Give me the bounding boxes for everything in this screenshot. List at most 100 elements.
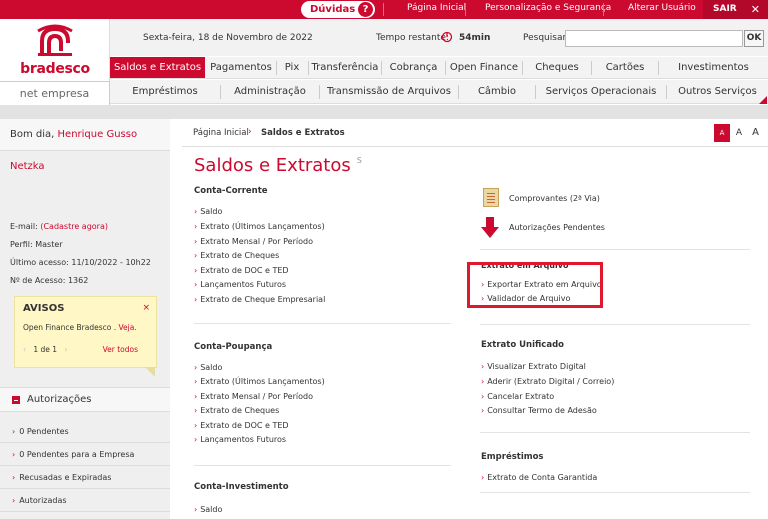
link-cp-lancamentos-futuros[interactable]: › Lançamentos Futuros bbox=[194, 435, 286, 444]
section-title-conta-investimento: Conta-Investimento bbox=[194, 482, 289, 492]
link-label: Extrato Mensal / Por Período bbox=[200, 392, 313, 401]
link-cc-saldo[interactable]: › Saldo bbox=[194, 207, 222, 216]
divider bbox=[383, 3, 384, 16]
greeting: Bom dia, Henrique Gusso Netzka bbox=[0, 119, 170, 172]
link-visualizar-extrato-digital[interactable]: › Visualizar Extrato Digital bbox=[481, 362, 586, 371]
nav-servicos-operacionais[interactable]: Serviços Operacionais bbox=[536, 80, 666, 103]
close-icon: ✕ bbox=[750, 3, 760, 16]
link-label: Lançamentos Futuros bbox=[200, 435, 287, 444]
sair-button[interactable]: SAIR ✕ bbox=[703, 0, 768, 19]
autorizacao-autorizadas[interactable]: › Autorizadas bbox=[0, 489, 170, 512]
link-personalizacao-seguranca[interactable]: Personalização e Segurança bbox=[485, 3, 611, 13]
link-label: Lançamentos Futuros bbox=[200, 280, 287, 289]
search-input[interactable] bbox=[565, 30, 743, 47]
nav-cobranca[interactable]: Cobrança bbox=[382, 57, 445, 78]
link-label: Extrato de Cheque Empresarial bbox=[200, 295, 326, 304]
font-size-medium-button[interactable]: A bbox=[733, 124, 745, 142]
link-label: Saldo bbox=[200, 207, 223, 216]
nav-cartoes[interactable]: Cartões bbox=[592, 57, 658, 78]
link-label: Extrato Mensal / Por Período bbox=[200, 237, 313, 246]
chevron-right-icon: › bbox=[481, 473, 485, 482]
link-cp-saldo[interactable]: › Saldo bbox=[194, 363, 222, 372]
chevron-right-icon: › bbox=[481, 392, 485, 401]
link-label: Cancelar Extrato bbox=[487, 392, 555, 401]
autorizacoes-header[interactable]: Autorizações bbox=[0, 387, 170, 412]
divider bbox=[465, 3, 466, 16]
nav-investimentos[interactable]: Investimentos bbox=[659, 57, 768, 78]
aviso-veja-link[interactable]: Veja. bbox=[118, 323, 136, 332]
section-title-emprestimos: Empréstimos bbox=[481, 452, 544, 462]
nav-transferencia[interactable]: Transferência bbox=[309, 57, 381, 78]
link-cc-cheque-empresarial[interactable]: › Extrato de Cheque Empresarial bbox=[194, 295, 325, 304]
font-size-small-button[interactable]: A bbox=[714, 124, 730, 142]
chevron-right-icon: › bbox=[194, 406, 198, 415]
chevron-right-icon[interactable]: › bbox=[64, 345, 67, 354]
link-aderir-extrato[interactable]: › Aderir (Extrato Digital / Correio) bbox=[481, 377, 614, 386]
nav-administracao[interactable]: Administração bbox=[221, 80, 319, 103]
link-cc-extrato-ultimos[interactable]: › Extrato (Últimos Lançamentos) bbox=[194, 222, 325, 231]
link-ci-saldo[interactable]: › Saldo bbox=[194, 505, 222, 514]
autorizacao-pendentes-empresa[interactable]: › 0 Pendentes para a Empresa bbox=[0, 443, 170, 466]
link-label: Extrato de Cheques bbox=[200, 406, 280, 415]
link-cp-extrato-mensal[interactable]: › Extrato Mensal / Por Período bbox=[194, 392, 313, 401]
breadcrumb-current: Saldos e Extratos bbox=[261, 128, 345, 138]
chevron-right-icon: › bbox=[194, 392, 198, 401]
close-icon[interactable]: × bbox=[142, 303, 150, 313]
receipt-icon bbox=[483, 188, 499, 207]
bradesco-logo[interactable]: bradesco bbox=[0, 19, 110, 81]
top-bar: Dúvidas ? Página Inicial Personalização … bbox=[0, 0, 768, 19]
link-cc-extrato-mensal[interactable]: › Extrato Mensal / Por Período bbox=[194, 237, 313, 246]
search-ok-button[interactable]: OK bbox=[744, 30, 764, 47]
nav-cheques[interactable]: Cheques bbox=[523, 57, 591, 78]
link-comprovantes[interactable]: Comprovantes (2ª Via) bbox=[509, 194, 600, 203]
divider bbox=[480, 492, 750, 493]
link-cancelar-extrato[interactable]: › Cancelar Extrato bbox=[481, 392, 554, 401]
page-title: Saldos e Extratos S bbox=[194, 155, 362, 176]
autorizacao-recusadas[interactable]: › Recusadas e Expiradas bbox=[0, 466, 170, 489]
highlight-box bbox=[467, 262, 603, 308]
link-cp-extrato-doc-ted[interactable]: › Extrato de DOC e TED bbox=[194, 421, 289, 430]
link-extrato-conta-garantida[interactable]: › Extrato de Conta Garantida bbox=[481, 473, 597, 482]
link-consultar-termo-adesao[interactable]: › Consultar Termo de Adesão bbox=[481, 406, 597, 415]
nav-transmissao-arquivos[interactable]: Transmissão de Arquivos bbox=[320, 80, 458, 103]
duvidas-button[interactable]: Dúvidas ? bbox=[301, 1, 375, 18]
link-label: Saldo bbox=[200, 363, 223, 372]
breadcrumb-home[interactable]: Página Inicial bbox=[193, 128, 249, 138]
link-pagina-inicial[interactable]: Página Inicial bbox=[407, 3, 466, 13]
divider bbox=[603, 3, 604, 16]
chevron-right-icon: › bbox=[248, 127, 252, 137]
link-cc-extrato-doc-ted[interactable]: › Extrato de DOC e TED bbox=[194, 266, 289, 275]
link-label: Aderir (Extrato Digital / Correio) bbox=[487, 377, 615, 386]
nav-pix[interactable]: Pix bbox=[277, 57, 307, 78]
chevron-left-icon[interactable]: ‹ bbox=[23, 345, 26, 354]
aviso-text: Open Finance Bradesco . Veja. bbox=[23, 323, 137, 332]
link-cp-extrato-cheques[interactable]: › Extrato de Cheques bbox=[194, 406, 279, 415]
link-cc-extrato-cheques[interactable]: › Extrato de Cheques bbox=[194, 251, 279, 260]
link-label: Consultar Termo de Adesão bbox=[487, 406, 597, 415]
link-label: Extrato de DOC e TED bbox=[200, 266, 289, 275]
nav-pagamentos[interactable]: Pagamentos bbox=[206, 57, 276, 78]
email-info: E-mail: (Cadastre agora) bbox=[10, 222, 108, 231]
nav-outros-servicos[interactable]: Outros Serviços bbox=[667, 80, 768, 103]
question-icon: ? bbox=[358, 2, 373, 17]
bradesco-tree-icon bbox=[37, 24, 73, 56]
link-autorizacoes-pendentes[interactable]: Autorizações Pendentes bbox=[509, 223, 605, 232]
secondary-nav: Empréstimos Administração Transmissão de… bbox=[110, 80, 768, 104]
nav-saldos-extratos[interactable]: Saldos e Extratos bbox=[110, 57, 205, 78]
chevron-right-icon: › bbox=[12, 450, 16, 459]
autorizacao-pendentes[interactable]: › 0 Pendentes bbox=[0, 420, 170, 443]
link-cp-extrato-ultimos[interactable]: › Extrato (Últimos Lançamentos) bbox=[194, 377, 325, 386]
nav-cambio[interactable]: Câmbio bbox=[459, 80, 535, 103]
perfil-info: Perfil: Master bbox=[10, 240, 63, 249]
cadastre-email-link[interactable]: (Cadastre agora) bbox=[40, 222, 108, 231]
chevron-right-icon: › bbox=[194, 237, 198, 246]
chevron-right-icon: › bbox=[194, 266, 198, 275]
link-alterar-usuario[interactable]: Alterar Usuário bbox=[628, 3, 696, 13]
nav-open-finance[interactable]: Open Finance bbox=[446, 57, 522, 78]
nav-emprestimos[interactable]: Empréstimos bbox=[110, 80, 220, 103]
font-size-large-button[interactable]: A bbox=[749, 124, 762, 142]
link-cc-lancamentos-futuros[interactable]: › Lançamentos Futuros bbox=[194, 280, 286, 289]
chevron-right-icon: › bbox=[12, 427, 16, 436]
ver-todos-link[interactable]: Ver todos bbox=[103, 345, 138, 354]
avisos-pager: ‹ 1 de 1 › bbox=[23, 345, 67, 354]
